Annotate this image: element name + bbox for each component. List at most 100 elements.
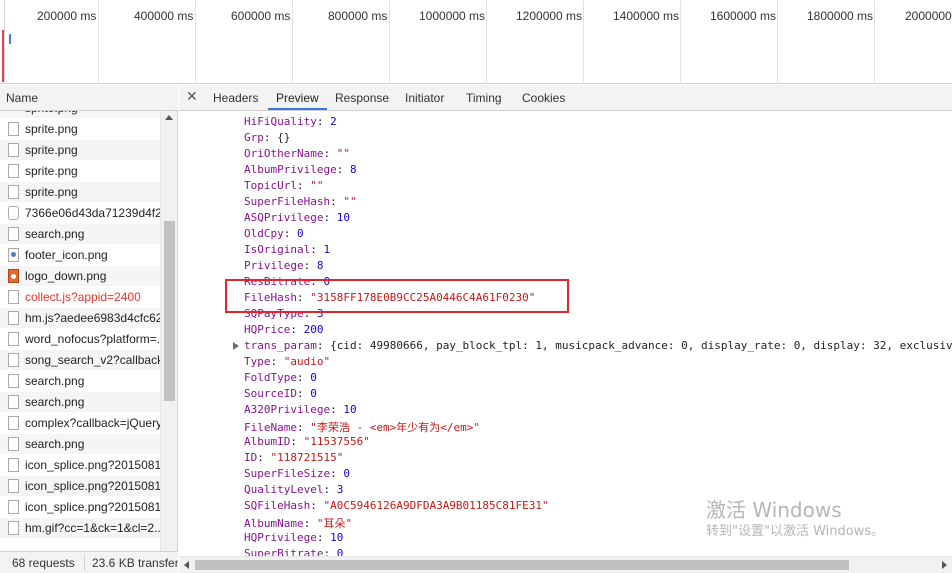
file-icon — [8, 332, 19, 346]
json-property-row: SourceID: 0 — [244, 387, 317, 403]
scroll-left-arrow-icon[interactable] — [184, 561, 189, 569]
expand-triangle-icon[interactable] — [233, 342, 239, 350]
json-property-row: AlbumPrivilege: 8 — [244, 163, 357, 179]
timeline-gridline — [98, 0, 99, 84]
timeline-tick-label: 800000 ms — [328, 9, 388, 23]
json-value: {} — [277, 131, 291, 144]
scroll-right-arrow-icon[interactable] — [942, 561, 947, 569]
request-list[interactable]: sprite.png sprite.png sprite.png sprite.… — [0, 111, 160, 551]
scrollbar-thumb[interactable] — [164, 221, 175, 401]
json-property-row: SuperBitrate: 0 — [244, 547, 343, 556]
json-key: A320Privilege — [244, 403, 331, 416]
timeline-gridline — [486, 0, 487, 84]
request-row[interactable]: logo_down.png — [0, 266, 160, 287]
json-colon: : — [316, 339, 331, 352]
json-property-row: TopicUrl: "" — [244, 179, 323, 195]
json-value: "audio" — [283, 355, 331, 368]
timeline-gridline — [583, 0, 584, 84]
json-property-row: OriOtherName: "" — [244, 147, 350, 163]
json-colon: : — [330, 467, 344, 480]
file-icon — [8, 164, 19, 178]
json-colon: : — [296, 421, 311, 434]
scroll-up-arrow-icon[interactable] — [165, 115, 173, 120]
json-property-row: AlbumID: "11537556" — [244, 435, 370, 451]
request-row[interactable]: song_search_v2?callback= — [0, 350, 160, 371]
request-row[interactable]: sprite.png — [0, 140, 160, 161]
request-row[interactable]: word_nofocus?platform=... — [0, 329, 160, 350]
request-row[interactable]: icon_splice.png?20150814 — [0, 455, 160, 476]
tab-headers[interactable]: Headers — [213, 91, 258, 105]
request-name: complex?callback=jQuery — [25, 416, 160, 430]
request-name: logo_down.png — [25, 269, 107, 283]
json-colon: : — [296, 179, 311, 192]
json-key: TopicUrl — [244, 179, 297, 192]
json-key: OriOtherName — [244, 147, 324, 160]
json-key: SuperFileSize — [244, 467, 331, 480]
close-icon[interactable]: ✕ — [186, 89, 198, 105]
json-value: 0 — [297, 227, 304, 240]
file-icon — [8, 479, 19, 493]
json-colon: : — [290, 435, 304, 448]
request-row[interactable]: search.png — [0, 434, 160, 455]
scrollbar-thumb[interactable] — [195, 560, 849, 570]
json-key: SQFileHash — [244, 499, 311, 512]
json-preview[interactable]: HiFiQuality: 2 Grp: {} OriOtherName: "" Alb… — [179, 112, 952, 556]
image-thumb-icon — [8, 269, 19, 283]
request-row[interactable]: sprite.png — [0, 182, 160, 203]
json-value: 0 — [343, 467, 350, 480]
name-column-header[interactable]: Name — [0, 85, 178, 111]
json-key: QualityLevel — [244, 483, 324, 496]
request-row[interactable]: icon_splice.png?20150814 — [0, 497, 160, 518]
request-name: sprite.png — [25, 111, 78, 115]
json-value: "" — [343, 195, 357, 208]
request-row[interactable]: footer_icon.png — [0, 245, 160, 266]
file-icon — [8, 143, 19, 157]
file-icon — [8, 500, 19, 514]
tab-response[interactable]: Response — [335, 91, 389, 105]
json-key: HiFiQuality — [244, 115, 317, 128]
json-value: 0 — [310, 387, 317, 400]
request-row[interactable]: 7366e06d43da71239d4f2 — [0, 203, 160, 224]
json-colon: : — [330, 195, 344, 208]
json-key: IsOriginal — [244, 243, 311, 256]
image-icon — [8, 248, 19, 262]
request-row[interactable]: search.png — [0, 371, 160, 392]
json-property-row[interactable]: trans_param: {cid: 49980666, pay_block_t… — [233, 339, 952, 355]
tab-timing[interactable]: Timing — [466, 91, 502, 105]
timeline-gridline — [292, 0, 293, 84]
json-colon: : — [270, 355, 284, 368]
timeline-tick-label: 2000000 — [905, 9, 952, 23]
tab-preview[interactable]: Preview — [276, 91, 319, 105]
request-row[interactable]: hm.gif?cc=1&ck=1&cl=2... — [0, 518, 160, 539]
json-property-row: FileName: "李荣浩 - <em>年少有为</em>" — [244, 419, 480, 435]
file-icon — [8, 353, 19, 367]
json-colon: : — [310, 499, 324, 512]
request-row[interactable]: icon_splice.png?20150814 — [0, 476, 160, 497]
request-list-scrollbar[interactable] — [160, 111, 177, 551]
json-value: "" — [310, 179, 324, 192]
json-key: Grp — [244, 131, 264, 144]
json-value: "11537556" — [303, 435, 370, 448]
file-icon — [8, 395, 19, 409]
json-key: AlbumName — [244, 517, 304, 530]
timeline-overview[interactable]: 200000 ms 400000 ms 600000 ms 800000 ms … — [0, 0, 952, 84]
preview-horizontal-scrollbar[interactable] — [179, 556, 952, 573]
json-value: 2 — [330, 115, 337, 128]
tab-initiator[interactable]: Initiator — [405, 91, 444, 105]
request-row[interactable]: complex?callback=jQuery — [0, 413, 160, 434]
request-row[interactable]: sprite.png — [0, 161, 160, 182]
tab-cookies[interactable]: Cookies — [522, 91, 565, 105]
timeline-tick-label: 1400000 ms — [613, 9, 680, 23]
json-key: trans_param — [244, 339, 317, 352]
request-row-partial[interactable]: sprite.png — [0, 111, 160, 119]
request-row[interactable]: search.png — [0, 224, 160, 245]
request-row[interactable]: sprite.png — [0, 119, 160, 140]
json-colon: : — [323, 147, 337, 160]
request-name: sprite.png — [25, 143, 78, 157]
request-row-error[interactable]: collect.js?appid=2400 — [0, 287, 160, 308]
request-row[interactable]: hm.js?aedee6983d4cfc62f — [0, 308, 160, 329]
timeline-gridline — [680, 0, 681, 84]
json-property-row: ASQPrivilege: 10 — [244, 211, 350, 227]
request-row[interactable]: search.png — [0, 392, 160, 413]
detail-tabbar: ✕ Headers Preview Response Initiator Tim… — [179, 85, 952, 111]
